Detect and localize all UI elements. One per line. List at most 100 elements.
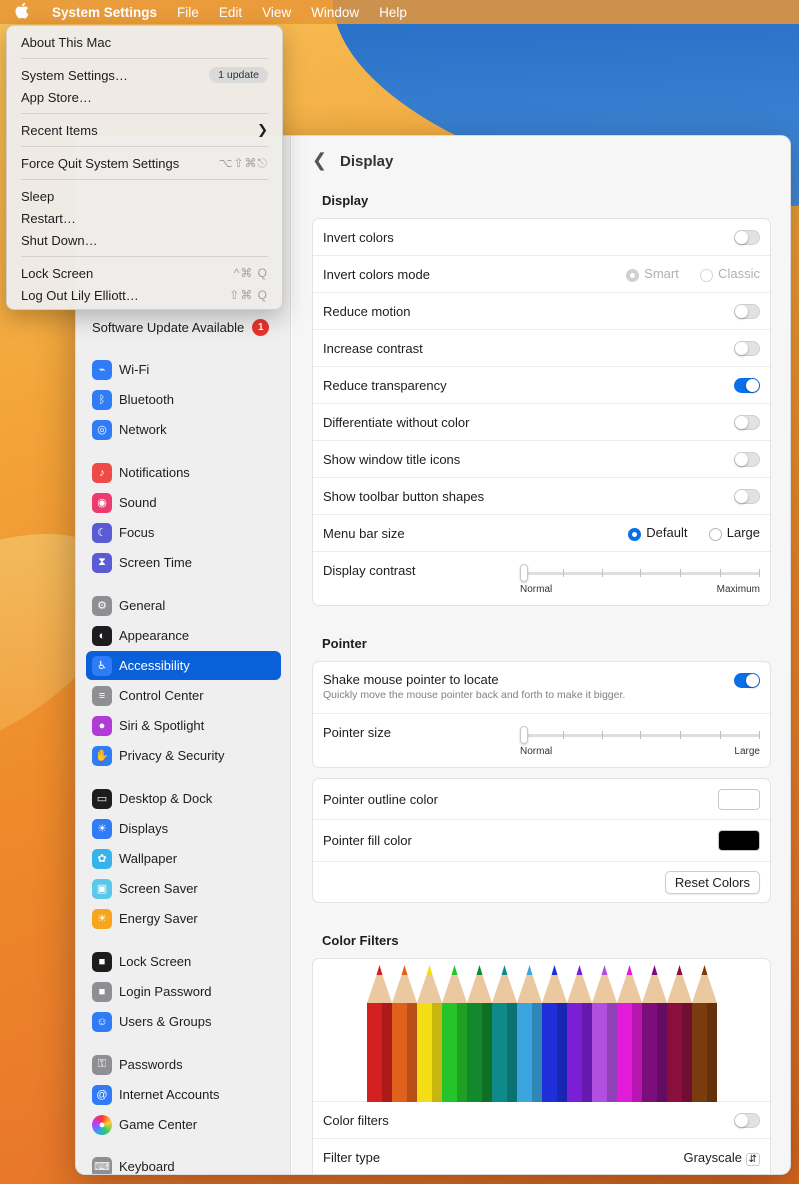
size-max-label: Large (734, 746, 760, 757)
force-quit-label: Force Quit System Settings (21, 155, 180, 171)
sidebar-item-login-password[interactable]: ■ Login Password (86, 977, 281, 1006)
pencil (467, 965, 492, 1102)
menu-bar-large-radio[interactable] (708, 527, 722, 541)
sidebar-item-label: Displays (119, 821, 169, 836)
window-title-icons-toggle[interactable] (734, 451, 760, 467)
menu-recent-items[interactable]: Recent Items ❯ (7, 119, 282, 141)
sidebar-item-energy-saver[interactable]: ☀ Energy Saver (86, 904, 281, 933)
toolbar-shapes-toggle[interactable] (734, 488, 760, 504)
sidebar-item-label: Wallpaper (119, 851, 178, 866)
shake-label: Shake mouse pointer to locate (323, 672, 499, 687)
lock-screen-label: Lock Screen (21, 265, 94, 281)
sidebar-item-sound[interactable]: ◉ Sound (86, 488, 281, 517)
differentiate-toggle[interactable] (734, 414, 760, 430)
log-out-label: Log Out Lily Elliott… (21, 287, 139, 303)
about-label: About This Mac (21, 34, 112, 50)
siri-icon: ● (92, 715, 112, 736)
sidebar-item-appearance[interactable]: ◐ Appearance (86, 621, 281, 650)
sidebar-item-accessibility[interactable]: ♿ Accessibility (86, 651, 281, 680)
display-contrast-slider[interactable]: Normal Maximum (520, 563, 760, 595)
slider-knob[interactable] (520, 564, 528, 582)
menu-restart[interactable]: Restart… (7, 207, 282, 229)
hand-icon: ✋ (92, 745, 112, 766)
pointer-size-slider[interactable]: Normal Large (520, 725, 760, 757)
increase-contrast-toggle[interactable] (734, 340, 760, 356)
control-center-icon: ≡ (92, 685, 112, 706)
menu-file[interactable]: File (177, 5, 199, 20)
menu-sleep[interactable]: Sleep (7, 185, 282, 207)
color-filters-toggle[interactable] (734, 1112, 760, 1128)
page-title: Display (340, 153, 394, 170)
software-update-row[interactable]: Software Update Available 1 (92, 319, 270, 336)
reset-colors-button[interactable]: Reset Colors (664, 870, 760, 894)
sidebar-item-network[interactable]: ◎ Network (86, 415, 281, 444)
reduce-transparency-toggle[interactable] (734, 377, 760, 393)
menu-app-name[interactable]: System Settings (52, 5, 157, 20)
sidebar-item-wi-fi[interactable]: ⌁ Wi-Fi (86, 355, 281, 384)
differentiate-label: Differentiate without color (323, 414, 470, 430)
classic-label: Classic (718, 266, 760, 282)
sidebar-item-desktop-dock[interactable]: ▭ Desktop & Dock (86, 784, 281, 813)
invert-colors-toggle[interactable] (734, 229, 760, 245)
sidebar-item-game-center[interactable]: ● Game Center (86, 1110, 281, 1139)
sidebar-item-keyboard[interactable]: ⌨ Keyboard (86, 1152, 281, 1174)
bulb-icon: ☀ (92, 908, 112, 929)
sidebar-item-label: Wi-Fi (119, 362, 150, 377)
pencil (442, 965, 467, 1102)
pencil (667, 965, 692, 1102)
sidebar-item-focus[interactable]: ☾ Focus (86, 518, 281, 547)
smart-radio[interactable] (626, 268, 640, 282)
menu-force-quit[interactable]: Force Quit System Settings ⌥⇧⌘⎋ (7, 152, 282, 174)
chevron-right-icon: ❯ (257, 122, 268, 137)
lock-screen-shortcut: ^⌘ Q (233, 266, 268, 280)
sidebar-item-label: Login Password (119, 984, 212, 999)
classic-radio[interactable] (700, 268, 714, 282)
shake-toggle[interactable] (734, 673, 760, 688)
menu-about-this-mac[interactable]: About This Mac (7, 31, 282, 53)
sidebar-item-control-center[interactable]: ≡ Control Center (86, 681, 281, 710)
apple-icon[interactable] (14, 2, 32, 22)
sidebar-item-label: Users & Groups (119, 1014, 212, 1029)
menu-window[interactable]: Window (311, 5, 359, 20)
outline-color-swatch[interactable] (718, 788, 760, 810)
sidebar-item-general[interactable]: ⚙ General (86, 591, 281, 620)
software-update-label: Software Update Available (92, 320, 245, 335)
pencil (592, 965, 617, 1102)
menu-view[interactable]: View (262, 5, 291, 20)
menu-log-out[interactable]: Log Out Lily Elliott… ⇧⌘ Q (7, 284, 282, 306)
menu-shut-down[interactable]: Shut Down… (7, 229, 282, 251)
filter-type-label: Filter type (323, 1150, 381, 1165)
sidebar-item-label: Game Center (119, 1117, 198, 1132)
sidebar-item-notifications[interactable]: ♪ Notifications (86, 458, 281, 487)
pointer-group: Shake mouse pointer to locate Quickly mo… (312, 661, 771, 768)
sidebar-item-internet-accounts[interactable]: @ Internet Accounts (86, 1080, 281, 1109)
sidebar-item-screen-time[interactable]: ⧗ Screen Time (86, 548, 281, 577)
sidebar-item-bluetooth[interactable]: ᛒ Bluetooth (86, 385, 281, 414)
reduce-motion-toggle[interactable] (734, 303, 760, 319)
sidebar-item-lock-screen[interactable]: ■ Lock Screen (86, 947, 281, 976)
accessibility-icon: ♿ (92, 655, 112, 676)
sidebar-item-privacy-security[interactable]: ✋ Privacy & Security (86, 741, 281, 770)
sidebar-item-displays[interactable]: ☀ Displays (86, 814, 281, 843)
back-chevron-icon[interactable]: ❮ (312, 150, 327, 171)
filter-type-select[interactable]: Grayscale ⇵ (683, 1150, 760, 1166)
pencils-image (313, 959, 770, 1102)
fill-color-swatch[interactable] (718, 830, 760, 851)
menu-bar-default-radio[interactable] (628, 527, 642, 541)
menu-lock-screen[interactable]: Lock Screen ^⌘ Q (7, 262, 282, 284)
sidebar-item-passwords[interactable]: ⚿ Passwords (86, 1050, 281, 1079)
sidebar-item-siri-spotlight[interactable]: ● Siri & Spotlight (86, 711, 281, 740)
shake-description: Quickly move the mouse pointer back and … (323, 689, 626, 701)
slider-knob[interactable] (520, 726, 528, 744)
sidebar-item-screen-saver[interactable]: ▣ Screen Saver (86, 874, 281, 903)
menu-edit[interactable]: Edit (219, 5, 242, 20)
size-min-label: Normal (520, 746, 553, 757)
sidebar-item-users-groups[interactable]: ☺ Users & Groups (86, 1007, 281, 1036)
recent-items-label: Recent Items (21, 122, 98, 138)
sidebar-item-wallpaper[interactable]: ✿ Wallpaper (86, 844, 281, 873)
menu-help[interactable]: Help (379, 5, 407, 20)
section-color-filters-heading: Color Filters (322, 933, 399, 948)
globe-icon: ◎ (92, 419, 112, 440)
menu-system-settings[interactable]: System Settings… 1 update (7, 64, 282, 86)
menu-app-store[interactable]: App Store… (7, 86, 282, 108)
